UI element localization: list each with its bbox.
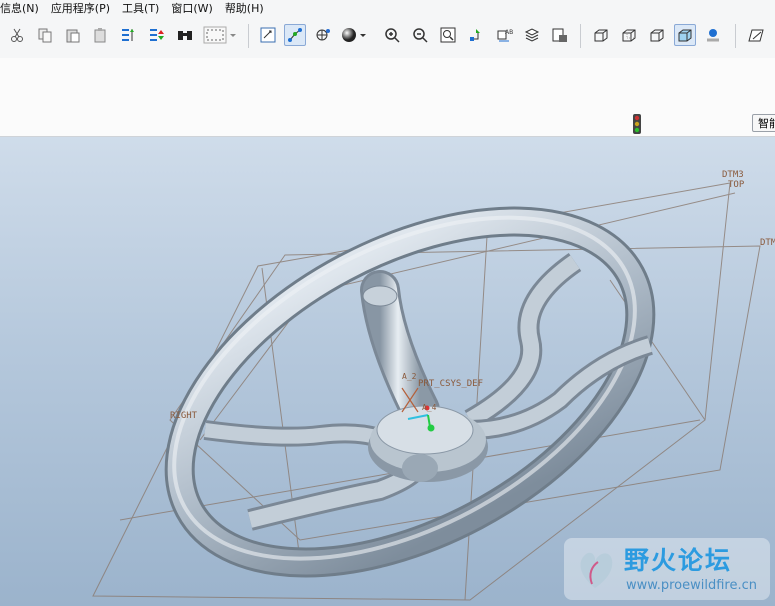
datum-label-top: TOP (728, 180, 745, 190)
layers-icon[interactable] (521, 24, 543, 46)
appearance-icon[interactable] (549, 24, 571, 46)
menu-bar: 信息(N) 应用程序(P) 工具(T) 窗口(W) 帮助(H) (0, 0, 775, 18)
graphics-window[interactable]: DTM3 TOP DTM RIGHT PRT_CSYS_DEF A_2 A_4 (0, 137, 775, 606)
no-hidden-icon[interactable] (646, 24, 668, 46)
menu-applications[interactable]: 应用程序(P) (45, 0, 116, 18)
watermark-logo-icon (570, 544, 620, 598)
refit-icon[interactable] (437, 24, 459, 46)
watermark-title: 野火论坛 (624, 546, 733, 575)
regen-manager-icon[interactable] (146, 24, 168, 46)
view-refit-icon[interactable] (257, 24, 279, 46)
spin-center-icon[interactable] (312, 24, 334, 46)
csys-label: PRT_CSYS_DEF (418, 379, 484, 389)
status-light-icon (631, 113, 643, 139)
select-box-icon[interactable] (202, 24, 238, 46)
paste-special-icon[interactable] (90, 24, 112, 46)
datum-label-dtm3: DTM3 (722, 170, 744, 180)
find-icon[interactable] (174, 24, 196, 46)
toolbar: AB (0, 18, 775, 59)
wireframe-icon[interactable] (590, 24, 612, 46)
svg-text:AB: AB (505, 29, 513, 36)
datum-label-dtm: DTM (760, 238, 775, 248)
ribbon-area (0, 58, 775, 137)
axis-label-a4: A_4 (422, 403, 437, 412)
cut-icon[interactable] (6, 24, 28, 46)
hidden-line-icon[interactable] (618, 24, 640, 46)
zoom-in-icon[interactable] (381, 24, 403, 46)
enhanced-realism-icon[interactable] (702, 24, 724, 46)
shaded-icon[interactable] (674, 24, 696, 46)
datum-label-right: RIGHT (170, 411, 198, 421)
menu-window[interactable]: 窗口(W) (165, 0, 218, 18)
axis-label-a2: A_2 (402, 372, 417, 381)
smart-filter-button[interactable]: 智能 (752, 114, 775, 132)
datum-display-icon[interactable] (284, 24, 306, 46)
saved-views-icon[interactable]: AB (493, 24, 515, 46)
menu-info[interactable]: 信息(N) (0, 0, 45, 18)
sketch-icon[interactable] (745, 24, 767, 46)
copy-icon[interactable] (34, 24, 56, 46)
zoom-out-icon[interactable] (409, 24, 431, 46)
menu-help[interactable]: 帮助(H) (219, 0, 270, 18)
watermark-url: www.proewildfire.cn (626, 578, 757, 593)
menu-tools[interactable]: 工具(T) (116, 0, 165, 18)
shading-icon[interactable] (340, 24, 370, 46)
regenerate-icon[interactable] (118, 24, 140, 46)
paste-icon[interactable] (62, 24, 84, 46)
reorient-icon[interactable] (465, 24, 487, 46)
